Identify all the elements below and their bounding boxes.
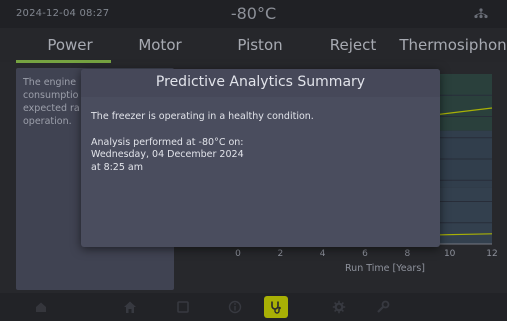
dialog-title: Predictive Analytics Summary — [155, 74, 366, 90]
dialog-body: The freezer is operating in a healthy co… — [91, 111, 431, 174]
analysis-time: at 8:25 am — [91, 161, 143, 173]
dialog-message: The freezer is operating in a healthy co… — [91, 111, 314, 122]
analysis-line: Analysis performed at -80°C on: — [91, 136, 244, 148]
analysis-date: Wednesday, 04 December 2024 — [91, 149, 244, 160]
predictive-analytics-dialog: Predictive Analytics Summary The freezer… — [81, 69, 440, 247]
dialog-header: Predictive Analytics Summary — [81, 69, 440, 97]
